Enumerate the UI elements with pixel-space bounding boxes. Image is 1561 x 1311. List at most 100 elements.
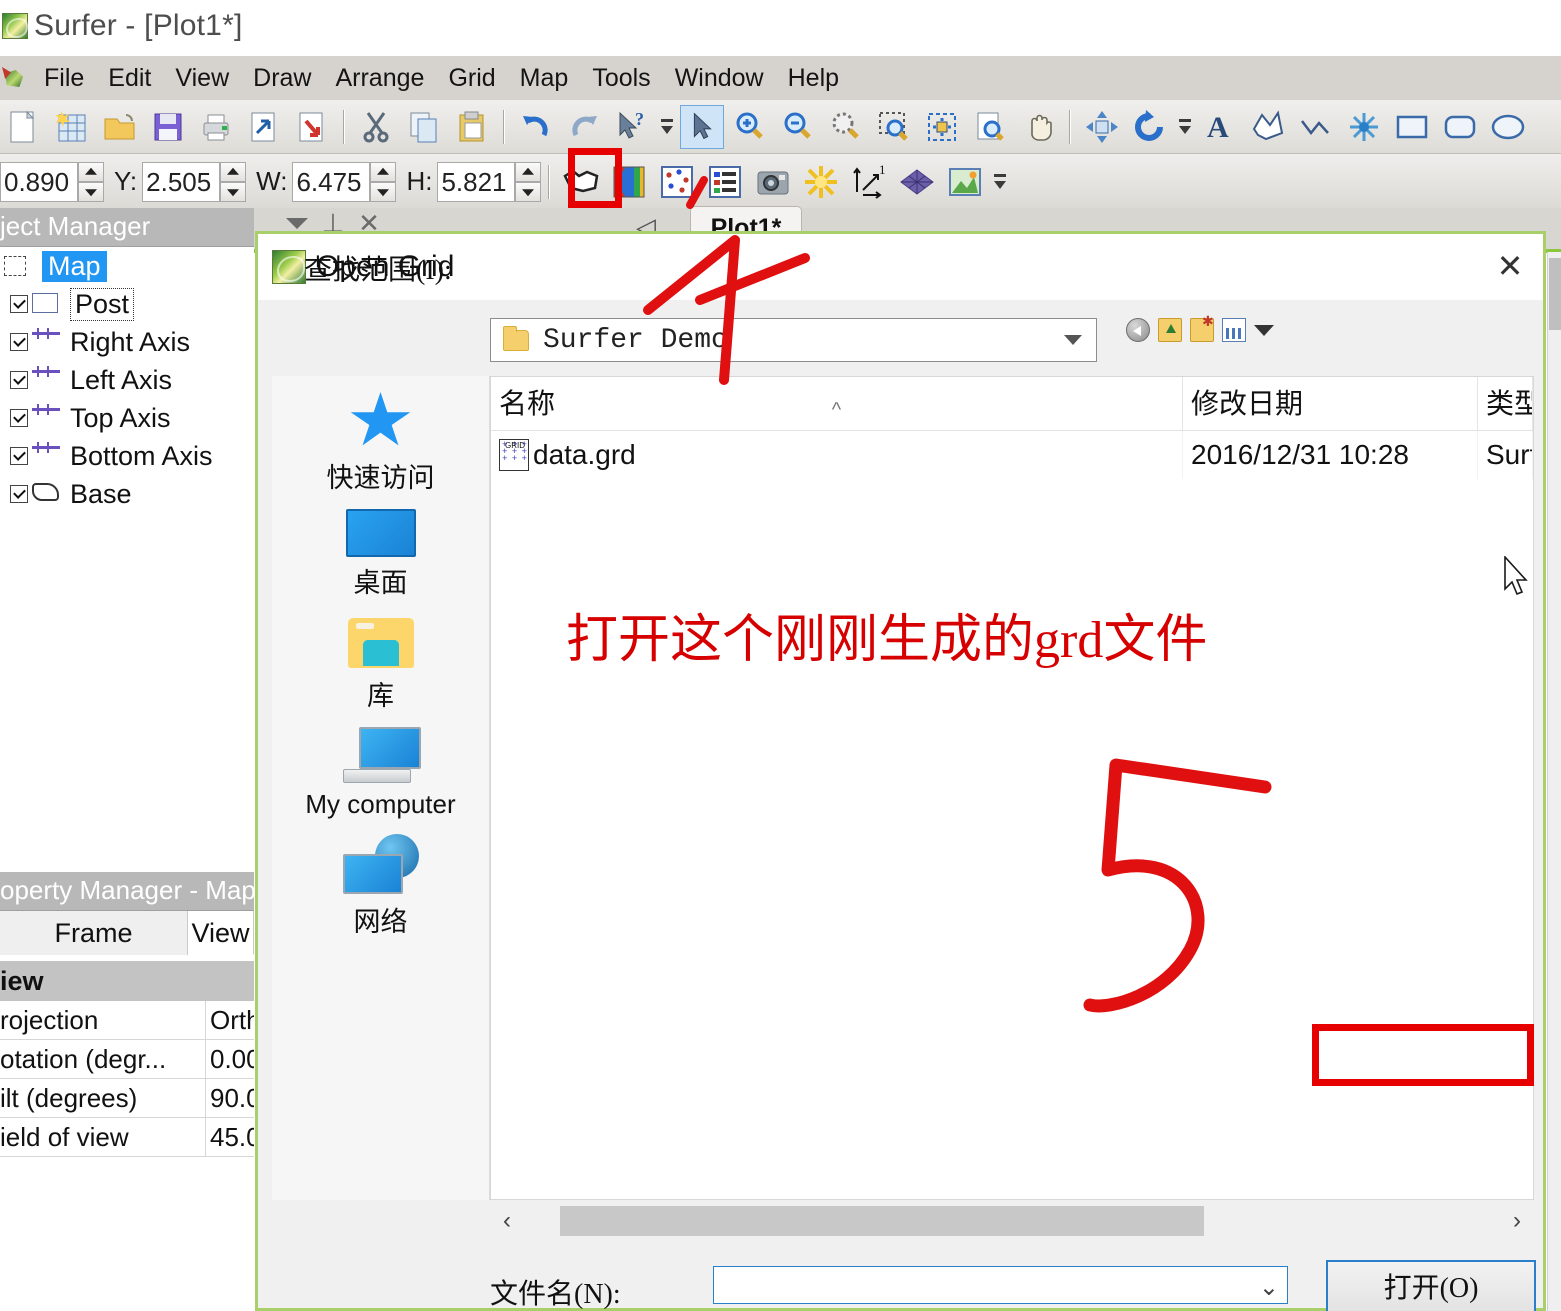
- scrollbar-track[interactable]: [524, 1206, 1500, 1236]
- new-document-icon[interactable]: [2, 105, 46, 149]
- zoom-selection-icon[interactable]: [824, 105, 868, 149]
- new-folder-icon[interactable]: [1190, 313, 1214, 342]
- toolbar-overflow-button[interactable]: [989, 160, 1011, 204]
- filename-input[interactable]: ⌄: [713, 1266, 1288, 1304]
- tree-item-map[interactable]: Map: [0, 247, 254, 285]
- place-libraries[interactable]: 库: [272, 614, 489, 713]
- tree-item-left-axis[interactable]: Left Axis: [0, 361, 254, 399]
- base-map-icon[interactable]: [559, 160, 603, 204]
- tab-view[interactable]: View: [188, 911, 254, 955]
- tree-item-post[interactable]: Post: [0, 285, 254, 323]
- scroll-right-icon[interactable]: ›: [1500, 1207, 1534, 1235]
- menu-item-grid[interactable]: Grid: [436, 56, 507, 100]
- menu-item-help[interactable]: Help: [776, 56, 851, 100]
- contour-map-icon[interactable]: [607, 160, 651, 204]
- tree-checkbox[interactable]: [10, 295, 28, 313]
- property-row[interactable]: rojection Orth: [0, 1001, 254, 1040]
- print-icon[interactable]: [194, 105, 238, 149]
- pan-hand-icon[interactable]: [1016, 105, 1060, 149]
- property-row[interactable]: ield of view 45.0: [0, 1118, 254, 1157]
- classed-post-map-icon[interactable]: [703, 160, 747, 204]
- scroll-left-icon[interactable]: ‹: [490, 1207, 524, 1235]
- toolbar-overflow-button[interactable]: [1174, 105, 1196, 149]
- property-value[interactable]: Orth: [206, 1001, 254, 1039]
- image-map-icon[interactable]: [751, 160, 795, 204]
- help-pointer-icon[interactable]: ?: [610, 105, 654, 149]
- post-map-icon[interactable]: [655, 160, 699, 204]
- polygon-tool-icon[interactable]: [1246, 105, 1290, 149]
- vector-map-icon[interactable]: 1: [847, 160, 891, 204]
- coord-h-stepper[interactable]: [515, 161, 542, 202]
- zoom-rectangle-icon[interactable]: [872, 105, 916, 149]
- coord-x-stepper[interactable]: [78, 161, 104, 202]
- coord-w-stepper[interactable]: [370, 161, 397, 202]
- column-header-modified[interactable]: 修改日期: [1183, 377, 1478, 430]
- copy-icon[interactable]: [402, 105, 446, 149]
- file-name-cell[interactable]: + + + + + + + + + GRID data.grd: [491, 431, 1183, 479]
- toolbar-overflow-button[interactable]: [656, 105, 678, 149]
- scrollbar-thumb[interactable]: [1549, 258, 1561, 330]
- zoom-in-icon[interactable]: [728, 105, 772, 149]
- property-row[interactable]: otation (degr... 0.00: [0, 1040, 254, 1079]
- tree-checkbox[interactable]: [10, 371, 28, 389]
- cut-icon[interactable]: [354, 105, 398, 149]
- zoom-out-icon[interactable]: [776, 105, 820, 149]
- tree-item-base[interactable]: Base: [0, 475, 254, 513]
- file-list-horizontal-scrollbar[interactable]: ‹ ›: [490, 1202, 1534, 1240]
- back-icon[interactable]: [1126, 318, 1150, 342]
- export-icon[interactable]: [242, 105, 286, 149]
- shaded-relief-map-icon[interactable]: [799, 160, 843, 204]
- place-my-computer[interactable]: My computer: [272, 727, 489, 820]
- rounded-rectangle-tool-icon[interactable]: [1438, 105, 1482, 149]
- property-value[interactable]: 45.0: [206, 1118, 254, 1156]
- fit-to-window-icon[interactable]: [920, 105, 964, 149]
- new-worksheet-icon[interactable]: [50, 105, 94, 149]
- column-header-type[interactable]: 类型: [1478, 377, 1533, 430]
- menu-item-draw[interactable]: Draw: [241, 56, 323, 100]
- view-mode-icon[interactable]: [1222, 318, 1246, 342]
- menu-item-edit[interactable]: Edit: [96, 56, 163, 100]
- redo-icon[interactable]: [562, 105, 606, 149]
- property-value[interactable]: 0.00: [206, 1040, 254, 1078]
- tree-item-right-axis[interactable]: Right Axis: [0, 323, 254, 361]
- open-folder-icon[interactable]: [98, 105, 142, 149]
- select-arrow-icon[interactable]: [680, 104, 724, 149]
- system-menu-icon[interactable]: [2, 65, 28, 91]
- ellipse-tool-icon[interactable]: [1486, 105, 1530, 149]
- paste-icon[interactable]: [450, 105, 494, 149]
- menu-item-file[interactable]: File: [32, 56, 96, 100]
- import-icon[interactable]: [290, 105, 334, 149]
- column-header-name[interactable]: 名称 ^: [491, 377, 1183, 430]
- menu-item-arrange[interactable]: Arrange: [323, 56, 436, 100]
- menu-item-window[interactable]: Window: [663, 56, 776, 100]
- polyline-tool-icon[interactable]: [1294, 105, 1338, 149]
- page-zoom-icon[interactable]: [968, 105, 1012, 149]
- coord-y-stepper[interactable]: [220, 161, 247, 202]
- tree-item-bottom-axis[interactable]: Bottom Axis: [0, 437, 254, 475]
- coord-h-input[interactable]: 5.821: [437, 161, 516, 202]
- tree-checkbox[interactable]: [10, 333, 28, 351]
- undo-icon[interactable]: [514, 105, 558, 149]
- file-list[interactable]: 名称 ^ 修改日期 类型 + + ++ + ++ + + GRID data.g…: [490, 376, 1534, 1200]
- symbol-tool-icon[interactable]: [1342, 105, 1386, 149]
- rectangle-tool-icon[interactable]: [1390, 105, 1434, 149]
- coord-w-input[interactable]: 6.475: [292, 161, 371, 202]
- place-desktop[interactable]: 桌面: [272, 509, 489, 600]
- file-row[interactable]: + + + + + + + + + GRID data.grd 2016/12/31…: [491, 431, 1533, 479]
- place-network[interactable]: 网络: [272, 834, 489, 939]
- scrollbar-thumb[interactable]: [560, 1206, 1204, 1236]
- property-value[interactable]: 90.0: [206, 1079, 254, 1117]
- place-quick-access[interactable]: 快速访问: [272, 390, 489, 495]
- chevron-down-icon[interactable]: [1254, 324, 1274, 336]
- reset-rotate-icon[interactable]: [1128, 105, 1172, 149]
- move-object-icon[interactable]: [1080, 105, 1124, 149]
- tree-checkbox[interactable]: [10, 409, 28, 427]
- menu-item-tools[interactable]: Tools: [580, 56, 662, 100]
- chevron-down-icon[interactable]: [1064, 335, 1082, 345]
- text-tool-icon[interactable]: A: [1198, 105, 1242, 149]
- look-in-combo[interactable]: Surfer Demo: [490, 318, 1097, 362]
- property-row[interactable]: ilt (degrees) 90.0: [0, 1079, 254, 1118]
- menu-item-view[interactable]: View: [163, 56, 241, 100]
- open-button[interactable]: 打开(O): [1326, 1260, 1536, 1311]
- chevron-down-icon[interactable]: ⌄: [1259, 1273, 1279, 1302]
